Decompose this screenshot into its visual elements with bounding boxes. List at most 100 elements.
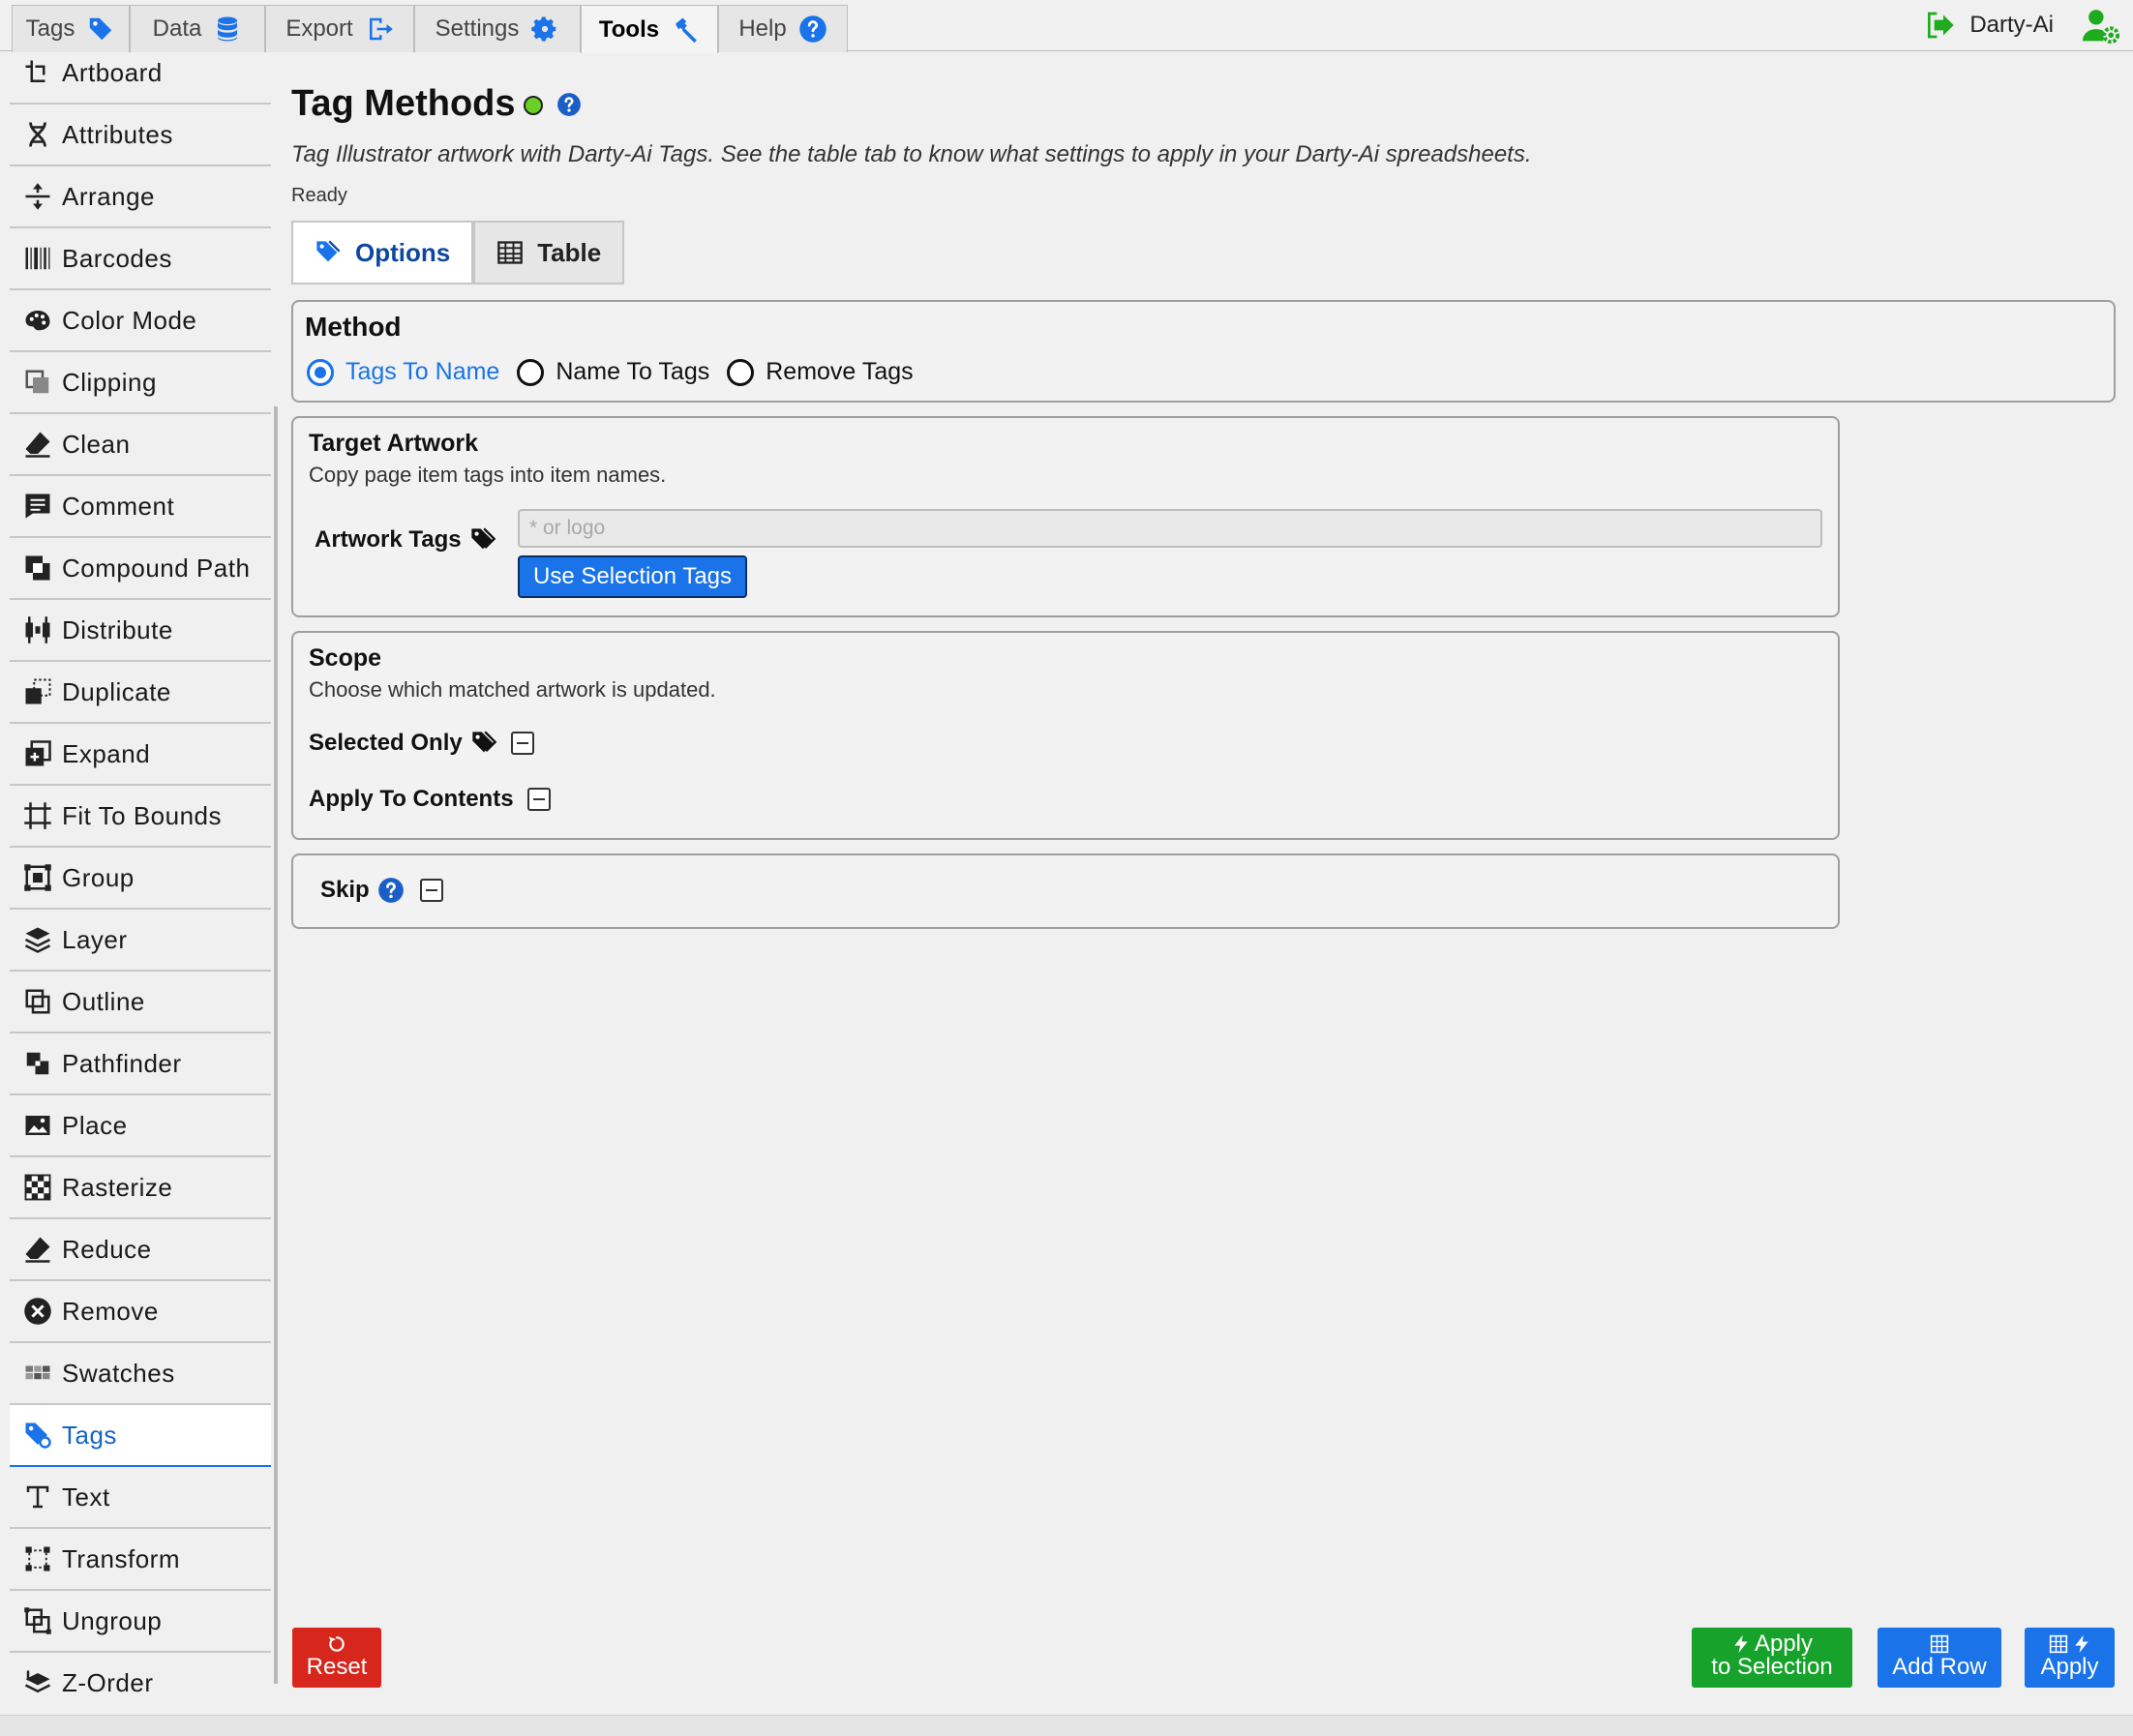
sidebar-item-label: Group [62, 862, 135, 892]
sidebar-item-barcodes[interactable]: Barcodes [10, 228, 271, 290]
button-label: Reset [306, 1654, 368, 1680]
tab-table[interactable]: Table [473, 221, 625, 284]
export-icon [369, 17, 393, 41]
sidebar-item-artboard[interactable]: Artboard [10, 52, 271, 105]
sidebar-item-group[interactable]: Group [10, 848, 271, 910]
sidebar-item-label: Z-Order [62, 1667, 154, 1697]
sidebar-item-z-order[interactable]: Z-Order [10, 1653, 271, 1712]
sidebar-item-label: Ungroup [62, 1605, 163, 1635]
pathfinder-icon [26, 1052, 49, 1075]
radio-tags-to-name[interactable]: Tags To Name [307, 358, 499, 386]
text-icon [26, 1485, 49, 1509]
radio-button[interactable] [727, 358, 755, 386]
tab-options[interactable]: Options [291, 221, 474, 284]
window-bottom-edge [0, 1715, 2133, 1736]
sidebar-item-attributes[interactable]: Attributes [10, 105, 271, 166]
sidebar-item-color-mode[interactable]: Color Mode [10, 290, 271, 352]
sidebar-item-tags[interactable]: Tags [10, 1405, 271, 1467]
sidebar-item-label: Arrange [62, 181, 155, 211]
add-row-icon [1930, 1634, 1949, 1654]
sidebar-item-arrange[interactable]: Arrange [10, 166, 271, 228]
comment-icon [25, 494, 50, 519]
apply-button[interactable]: Apply [2025, 1628, 2115, 1688]
apply-to-contents-option: Apply To Contents [309, 786, 551, 813]
tab-settings[interactable]: Settings [414, 5, 581, 52]
sidebar-item-clipping[interactable]: Clipping [10, 352, 271, 414]
apply-to-contents-checkbox[interactable] [526, 788, 551, 811]
tab-tools[interactable]: Tools [581, 5, 718, 53]
selected-only-option: Selected Only [309, 730, 534, 757]
sign-out-icon[interactable] [1924, 10, 1955, 41]
status-text: Ready [291, 185, 347, 206]
button-label: Add Row [1892, 1654, 1987, 1680]
tab-data[interactable]: Data [130, 5, 265, 52]
swatches-icon [25, 1365, 50, 1380]
artwork-tags-label: Artwork Tags [315, 526, 496, 554]
sidebar-item-label: Fit To Bounds [62, 800, 223, 830]
target-subtitle: Copy page item tags into item names. [309, 463, 667, 487]
tab-help[interactable]: Help [718, 5, 848, 52]
tags-icon [25, 1422, 51, 1449]
use-selection-tags-button[interactable]: Use Selection Tags [518, 555, 748, 598]
sidebar-item-remove[interactable]: Remove [10, 1281, 271, 1343]
field-label-text: Apply To Contents [309, 786, 514, 812]
field-label-text: Artwork Tags [315, 526, 462, 553]
tab-export[interactable]: Export [265, 5, 414, 52]
sidebar-item-label: Color Mode [62, 305, 197, 335]
sidebar-item-pathfinder[interactable]: Pathfinder [10, 1033, 271, 1095]
sidebar-item-compound-path[interactable]: Compound Path [10, 538, 271, 600]
artwork-tags-input[interactable] [518, 509, 1822, 548]
sidebar-item-label: Expand [62, 738, 151, 768]
remove-circle-icon [24, 1298, 51, 1325]
sidebar-item-fit-to-bounds[interactable]: Fit To Bounds [10, 786, 271, 848]
skip-checkbox[interactable] [419, 879, 443, 902]
sidebar-item-distribute[interactable]: Distribute [10, 600, 271, 662]
sidebar-scrollbar[interactable] [274, 406, 278, 1684]
arrange-icon [25, 183, 50, 210]
sidebar-item-label: Remove [62, 1296, 159, 1326]
sidebar-item-layer[interactable]: Layer [10, 910, 271, 972]
sidebar-item-transform[interactable]: Transform [10, 1529, 271, 1591]
method-radio-group: Tags To Name Name To Tags Remove Tags [307, 358, 931, 386]
radio-button[interactable] [307, 358, 334, 386]
sidebar-item-label: Transform [62, 1543, 180, 1573]
sidebar-item-swatches[interactable]: Swatches [10, 1343, 271, 1405]
tag-icon [90, 17, 112, 41]
view-tabs: Options Table [291, 221, 625, 284]
bolt-icon [2074, 1634, 2088, 1654]
sidebar-item-duplicate[interactable]: Duplicate [10, 662, 271, 724]
radio-label: Remove Tags [766, 358, 914, 385]
tags-icon [470, 527, 496, 550]
user-settings-icon[interactable] [2083, 8, 2121, 45]
radio-remove-tags[interactable]: Remove Tags [727, 358, 914, 386]
sidebar-item-outline[interactable]: Outline [10, 972, 271, 1033]
scope-subtitle: Choose which matched artwork is updated. [309, 677, 716, 702]
reset-button[interactable]: Reset [292, 1628, 381, 1688]
sidebar-item-ungroup[interactable]: Ungroup [10, 1591, 271, 1653]
sidebar-item-label: Swatches [62, 1358, 175, 1388]
sidebar-item-text[interactable]: Text [10, 1467, 271, 1529]
help-icon[interactable] [556, 92, 582, 117]
target-title: Target Artwork [309, 430, 479, 457]
sidebar-item-place[interactable]: Place [10, 1095, 271, 1157]
sidebar-item-reduce[interactable]: Reduce [10, 1219, 271, 1281]
sidebar-item-rasterize[interactable]: Rasterize [10, 1157, 271, 1219]
sidebar-item-comment[interactable]: Comment [10, 476, 271, 538]
undo-icon [328, 1636, 345, 1652]
database-icon [218, 16, 238, 42]
sidebar-item-expand[interactable]: Expand [10, 724, 271, 786]
radio-button[interactable] [517, 358, 545, 386]
sidebar-item-label: Rasterize [62, 1172, 173, 1202]
radio-name-to-tags[interactable]: Name To Tags [517, 358, 709, 386]
apply-to-selection-button[interactable]: Apply to Selection [1692, 1628, 1852, 1688]
sidebar-item-label: Place [62, 1110, 128, 1140]
selected-only-checkbox[interactable] [510, 732, 534, 755]
reduce-eraser-icon [25, 1237, 50, 1263]
sidebar-item-label: Clean [62, 429, 131, 459]
tab-tags[interactable]: Tags [12, 5, 130, 52]
sidebar-item-clean[interactable]: Clean [10, 414, 271, 476]
add-row-button[interactable]: Add Row [1878, 1628, 2001, 1688]
help-icon[interactable] [377, 877, 405, 904]
compound-path-icon [25, 555, 50, 581]
duplicate-icon [25, 678, 51, 704]
